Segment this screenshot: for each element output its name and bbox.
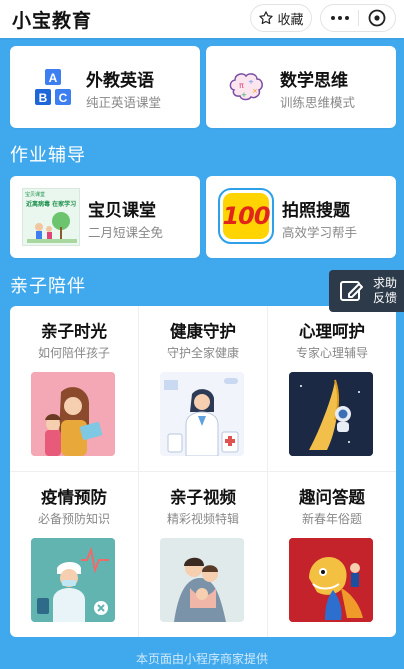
score-100-text: 100: [222, 202, 270, 230]
parent-time-title: 亲子时光: [41, 322, 107, 341]
astronaut-image: [289, 372, 373, 456]
lion-dance-image: [289, 538, 373, 622]
photo-search-subtitle: 高效学习帮手: [282, 225, 358, 240]
epidemic-title: 疫情预防: [41, 488, 107, 507]
doctor-image: [160, 372, 244, 456]
video-subtitle: 精彩视频特辑: [166, 512, 239, 526]
baby-class-card[interactable]: 宝贝课堂 近离病毒 在家学习 宝贝课堂 二月短课全免: [10, 176, 200, 258]
more-options-button[interactable]: [321, 5, 358, 31]
brain-icon: π ÷ × +: [226, 68, 270, 108]
math-card[interactable]: π ÷ × + 数学思维 训练思维模式: [206, 46, 396, 128]
close-target-icon: [368, 9, 386, 27]
parenting-item-health[interactable]: 健康守护 守护全家健康: [139, 306, 267, 471]
baby-class-thumbnail: 宝贝课堂 近离病毒 在家学习: [22, 188, 80, 246]
svg-text:B: B: [39, 91, 48, 105]
star-icon: [259, 11, 274, 25]
help-feedback-label: 求助 反馈: [373, 276, 397, 306]
parenting-item-quiz[interactable]: 趣问答题 新春年俗题: [268, 472, 396, 637]
svg-text:÷: ÷: [248, 78, 254, 86]
favorite-button[interactable]: 收藏: [250, 4, 312, 32]
baby-class-title: 宝贝课堂: [88, 201, 156, 221]
quiz-title: 趣问答题: [299, 488, 365, 507]
svg-text:A: A: [49, 71, 58, 85]
nurse-image: [31, 538, 115, 622]
mother-reading-image: [31, 372, 115, 456]
english-card[interactable]: A B C 外教英语 纯正英语课堂: [10, 46, 200, 128]
abc-blocks-icon: A B C: [32, 68, 76, 108]
video-title: 亲子视频: [170, 488, 236, 507]
svg-text:+: +: [241, 91, 247, 99]
thumb-caption-2: 近离病毒 在家学习: [26, 201, 77, 208]
score-100-icon: 100: [218, 188, 274, 244]
thumb-caption-1: 宝贝课堂: [25, 192, 46, 198]
epidemic-subtitle: 必备预防知识: [37, 512, 110, 526]
svg-text:C: C: [59, 91, 68, 105]
parenting-item-epidemic[interactable]: 疫情预防 必备预防知识: [10, 472, 138, 637]
parenting-section-title: 亲子陪伴: [10, 276, 86, 297]
top-bar: 小宝教育 收藏: [0, 0, 404, 38]
help-label-line1: 求助: [373, 276, 398, 290]
app-title: 小宝教育: [12, 10, 93, 32]
parent-time-subtitle: 如何陪伴孩子: [37, 346, 110, 360]
homework-section-title: 作业辅导: [10, 145, 86, 166]
math-title: 数学思维: [280, 71, 348, 91]
family-hug-image: [160, 538, 244, 622]
footer-text: 本页面由小程序商家提供: [135, 652, 268, 666]
parenting-item-mental[interactable]: 心理呵护 专家心理辅导: [268, 306, 396, 471]
help-feedback-button[interactable]: 求助 反馈: [329, 270, 404, 312]
edit-icon: [340, 281, 363, 301]
help-label-line2: 反馈: [373, 291, 398, 305]
svg-text:×: ×: [252, 87, 258, 95]
baby-class-subtitle: 二月短课全免: [88, 225, 164, 240]
close-mini-program-button[interactable]: [359, 5, 395, 31]
photo-search-card[interactable]: 100 拍照搜题 高效学习帮手: [206, 176, 396, 258]
favorite-label: 收藏: [277, 12, 304, 28]
quiz-subtitle: 新春年俗题: [301, 512, 362, 526]
mini-program-capsule: [320, 4, 396, 32]
health-subtitle: 守护全家健康: [166, 346, 239, 360]
mental-subtitle: 专家心理辅导: [295, 346, 368, 360]
parenting-grid: 亲子时光 如何陪伴孩子 健康守护 守护全家健康 心理呵护 专家心理辅导 疫情预防…: [10, 306, 396, 637]
photo-search-title: 拍照搜题: [282, 201, 350, 221]
parenting-item-parent-time[interactable]: 亲子时光 如何陪伴孩子: [10, 306, 138, 471]
english-subtitle: 纯正英语课堂: [86, 95, 162, 110]
mental-title: 心理呵护: [299, 322, 365, 341]
parenting-item-video[interactable]: 亲子视频 精彩视频特辑: [139, 472, 267, 637]
math-subtitle: 训练思维模式: [280, 95, 356, 110]
english-title: 外教英语: [86, 71, 154, 91]
health-title: 健康守护: [170, 322, 236, 341]
svg-text:π: π: [239, 81, 244, 90]
